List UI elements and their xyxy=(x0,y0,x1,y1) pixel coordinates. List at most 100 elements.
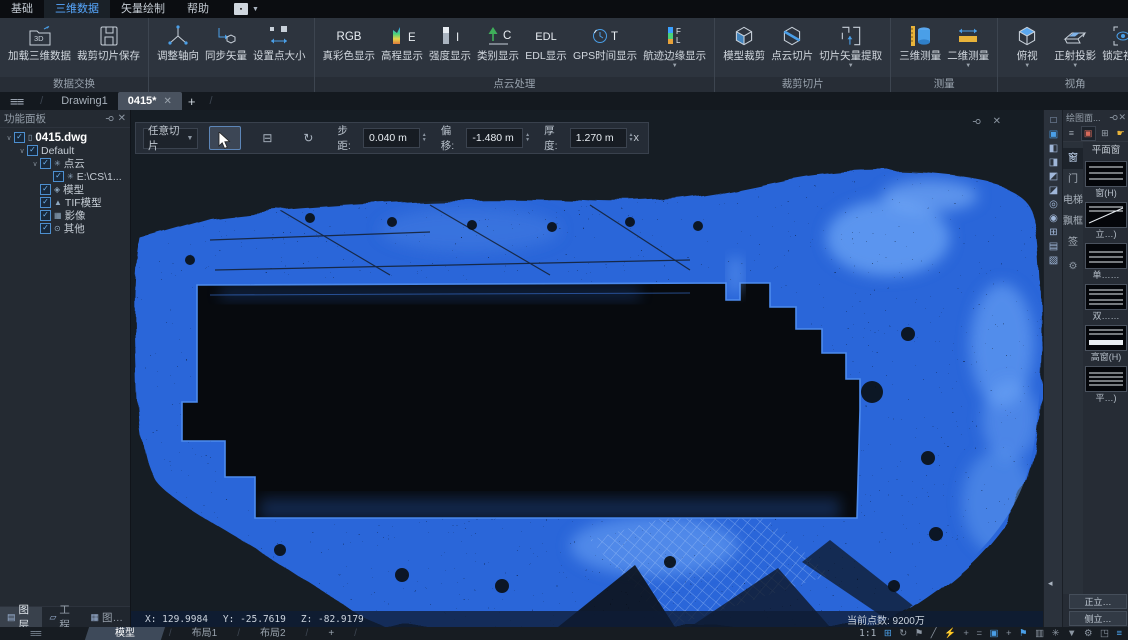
sphere-icon[interactable]: ◎ xyxy=(1049,198,1058,212)
box-v-icon[interactable]: ▧ xyxy=(1049,254,1058,268)
ribbon-button-elevation[interactable]: E高程显示 xyxy=(378,21,426,64)
chevron-down-icon[interactable]: ▼ xyxy=(252,6,259,13)
tree-node-[interactable]: ∨✓✳点云 xyxy=(0,157,130,170)
tree-node-ECS1[interactable]: ✓✳E:\CS\1... xyxy=(0,170,130,183)
symbol-thumb-win-high[interactable] xyxy=(1085,325,1127,351)
panel-tab-图…[interactable]: ▦图… xyxy=(83,607,130,627)
cube-shade-icon[interactable]: ◪ xyxy=(1049,184,1058,198)
pin-icon[interactable]: ⚲ xyxy=(104,115,115,122)
spinner-arrows[interactable]: ▲▼ xyxy=(525,133,530,143)
cube-solid-icon[interactable]: ▣ xyxy=(1049,128,1058,142)
panel-button-侧立…[interactable]: 侧立… xyxy=(1069,611,1127,626)
slice-rotate-button[interactable]: ↻ xyxy=(293,127,323,149)
cube-wire-icon[interactable]: □ xyxy=(1050,114,1056,128)
checkbox-checked[interactable]: ✓ xyxy=(40,184,51,195)
orbit-icon[interactable]: ↻ xyxy=(899,628,907,639)
flag-icon[interactable]: ⚑ xyxy=(915,628,924,639)
ribbon-button-measure-3d[interactable]: 三维测量 xyxy=(896,21,944,64)
add-view-icon[interactable]: + xyxy=(1006,628,1012,639)
symbol-thumb-win-double[interactable] xyxy=(1085,284,1127,310)
layout-menu-icon[interactable]: ≡≡ xyxy=(30,628,41,640)
layout-tab-模型[interactable]: 模型 xyxy=(85,627,165,640)
layout-tab-布局1[interactable]: 布局1 xyxy=(178,627,232,640)
tree-node-[interactable]: ✓⊙其他 xyxy=(0,222,130,235)
tree-node-TIF[interactable]: ✓▲TIF模型 xyxy=(0,196,130,209)
close-icon[interactable]: ✕ xyxy=(1118,112,1126,123)
tree-expand-icon[interactable]: ∨ xyxy=(4,134,14,142)
menu-item-矢量绘制[interactable]: 矢量绘制 xyxy=(110,0,176,18)
ribbon-button-load-3d[interactable]: 3D加载三维数据 xyxy=(5,21,74,64)
ribbon-button-rgb[interactable]: RGB真彩色显示 xyxy=(320,21,379,64)
ribbon-button-model-crop[interactable]: 模型裁剪 xyxy=(720,21,768,64)
ribbon-button-class-display[interactable]: C类别显示 xyxy=(474,21,522,64)
document-tab-Drawing1[interactable]: Drawing1 xyxy=(51,92,117,110)
symbol-thumb-win-single[interactable] xyxy=(1085,243,1127,269)
star-icon[interactable]: ✳ xyxy=(1052,628,1060,639)
checkbox-checked[interactable]: ✓ xyxy=(40,197,51,208)
slice-planes-button[interactable]: ⊟ xyxy=(252,127,282,149)
line-icon[interactable]: ╱ xyxy=(931,628,937,639)
category-tab-电梯[interactable]: 电梯 xyxy=(1063,190,1083,211)
symbol-thumb-win-elev[interactable] xyxy=(1085,202,1127,228)
menu-item-基础[interactable]: 基础 xyxy=(0,0,44,18)
equal-icon[interactable]: = xyxy=(976,628,982,639)
new-document-tab-button[interactable]: + xyxy=(182,94,202,109)
gear-icon[interactable]: ⚙ xyxy=(1084,628,1093,639)
checkbox-checked[interactable]: ✓ xyxy=(40,158,51,169)
tab-close-icon[interactable]: ✕ xyxy=(163,96,171,107)
close-icon[interactable]: ✕ xyxy=(993,116,1001,127)
ribbon-button-track-edge[interactable]: FL航迹边缘显示▼ xyxy=(640,21,709,70)
plus-icon[interactable]: + xyxy=(963,628,969,639)
ribbon-button-sync-vector[interactable]: 同步矢量 xyxy=(202,21,250,64)
slice-field-input[interactable]: 0.040 m xyxy=(363,128,420,148)
checkbox-checked[interactable]: ✓ xyxy=(14,132,25,143)
hand-icon[interactable]: ☛ xyxy=(1114,127,1127,140)
tree-node-[interactable]: ✓◈模型 xyxy=(0,183,130,196)
viewport-canvas[interactable]: 任意切片 ▼ ∟⊟↻ 步距:0.040 m▲▼偏移:-1.480 m▲▼厚度:1… xyxy=(130,110,1043,627)
category-tab-飘框[interactable]: 飘框 xyxy=(1063,211,1083,232)
checkbox-checked[interactable]: ✓ xyxy=(40,210,51,221)
slice-field-input[interactable]: 1.270 m xyxy=(570,128,627,148)
cube-right-icon[interactable]: ◨ xyxy=(1049,156,1058,170)
cube-top-icon[interactable]: ◩ xyxy=(1049,170,1058,184)
tree-node-[interactable]: ✓▦影像 xyxy=(0,209,130,222)
counter-icon[interactable]: ▥ xyxy=(1035,628,1044,639)
tree-expand-icon[interactable]: ∨ xyxy=(30,160,40,168)
pin-icon[interactable]: ⚲ xyxy=(971,118,982,125)
ribbon-button-edl[interactable]: EDLEDL显示 xyxy=(522,21,570,64)
pin-icon[interactable]: ⚲ xyxy=(1108,114,1119,121)
caret-down-icon[interactable]: ▼ xyxy=(1067,628,1076,639)
ribbon-button-lock-view[interactable]: 锁定视角 xyxy=(1099,21,1128,64)
eye-icon[interactable]: ◉ xyxy=(1049,212,1058,226)
expand-icon[interactable]: ◳ xyxy=(1100,628,1109,639)
category-tab-签[interactable]: 签 xyxy=(1063,232,1083,253)
panel-tab-图层[interactable]: ▤图层 xyxy=(0,607,42,627)
ribbon-button-gps-time[interactable]: TGPS时间显示 xyxy=(570,21,640,64)
quick-access-button[interactable]: ▪ xyxy=(234,3,248,15)
checkbox-checked[interactable]: ✓ xyxy=(40,223,51,234)
stamp-icon[interactable]: ▣ xyxy=(1081,126,1096,141)
grid-icon[interactable]: ⊞ xyxy=(1049,226,1057,240)
flag-blue-icon[interactable]: ⚑ xyxy=(1019,628,1028,639)
tree-expand-icon[interactable]: ∨ xyxy=(17,147,27,155)
checkbox-checked[interactable]: ✓ xyxy=(27,145,38,156)
ribbon-button-top-view[interactable]: 俯视▼ xyxy=(1003,21,1051,70)
menu-item-三维数据[interactable]: 三维数据 xyxy=(44,0,110,18)
ribbon-button-cloud-slice[interactable]: 点云切片 xyxy=(768,21,816,64)
category-tab-窗[interactable]: 窗 xyxy=(1063,148,1083,169)
spinner-arrows[interactable]: ▲▼ xyxy=(422,133,427,143)
collapse-panel-icon[interactable]: ◂ xyxy=(1048,578,1053,589)
layout-tab-布局2[interactable]: 布局2 xyxy=(246,627,300,640)
grid-icon[interactable]: ⊞ xyxy=(1099,127,1112,140)
tree-node-Default[interactable]: ∨✓Default xyxy=(0,144,130,157)
ribbon-button-adjust-axis[interactable]: 调整轴向 xyxy=(154,21,202,64)
lightning-icon[interactable]: ⚡ xyxy=(944,628,956,639)
close-icon[interactable]: ✕ xyxy=(118,113,126,124)
ribbon-button-intensity[interactable]: I强度显示 xyxy=(426,21,474,64)
tree-node-0415dwg[interactable]: ∨✓▯0415.dwg xyxy=(0,131,130,144)
checkbox-checked[interactable]: ✓ xyxy=(53,171,64,182)
slice-mode-dropdown[interactable]: 任意切片 ▼ xyxy=(143,128,198,149)
menu-icon[interactable]: ≡ xyxy=(1116,628,1122,639)
category-tab-门[interactable]: 门 xyxy=(1063,169,1083,190)
new-layout-tab-button[interactable]: + xyxy=(314,627,348,640)
